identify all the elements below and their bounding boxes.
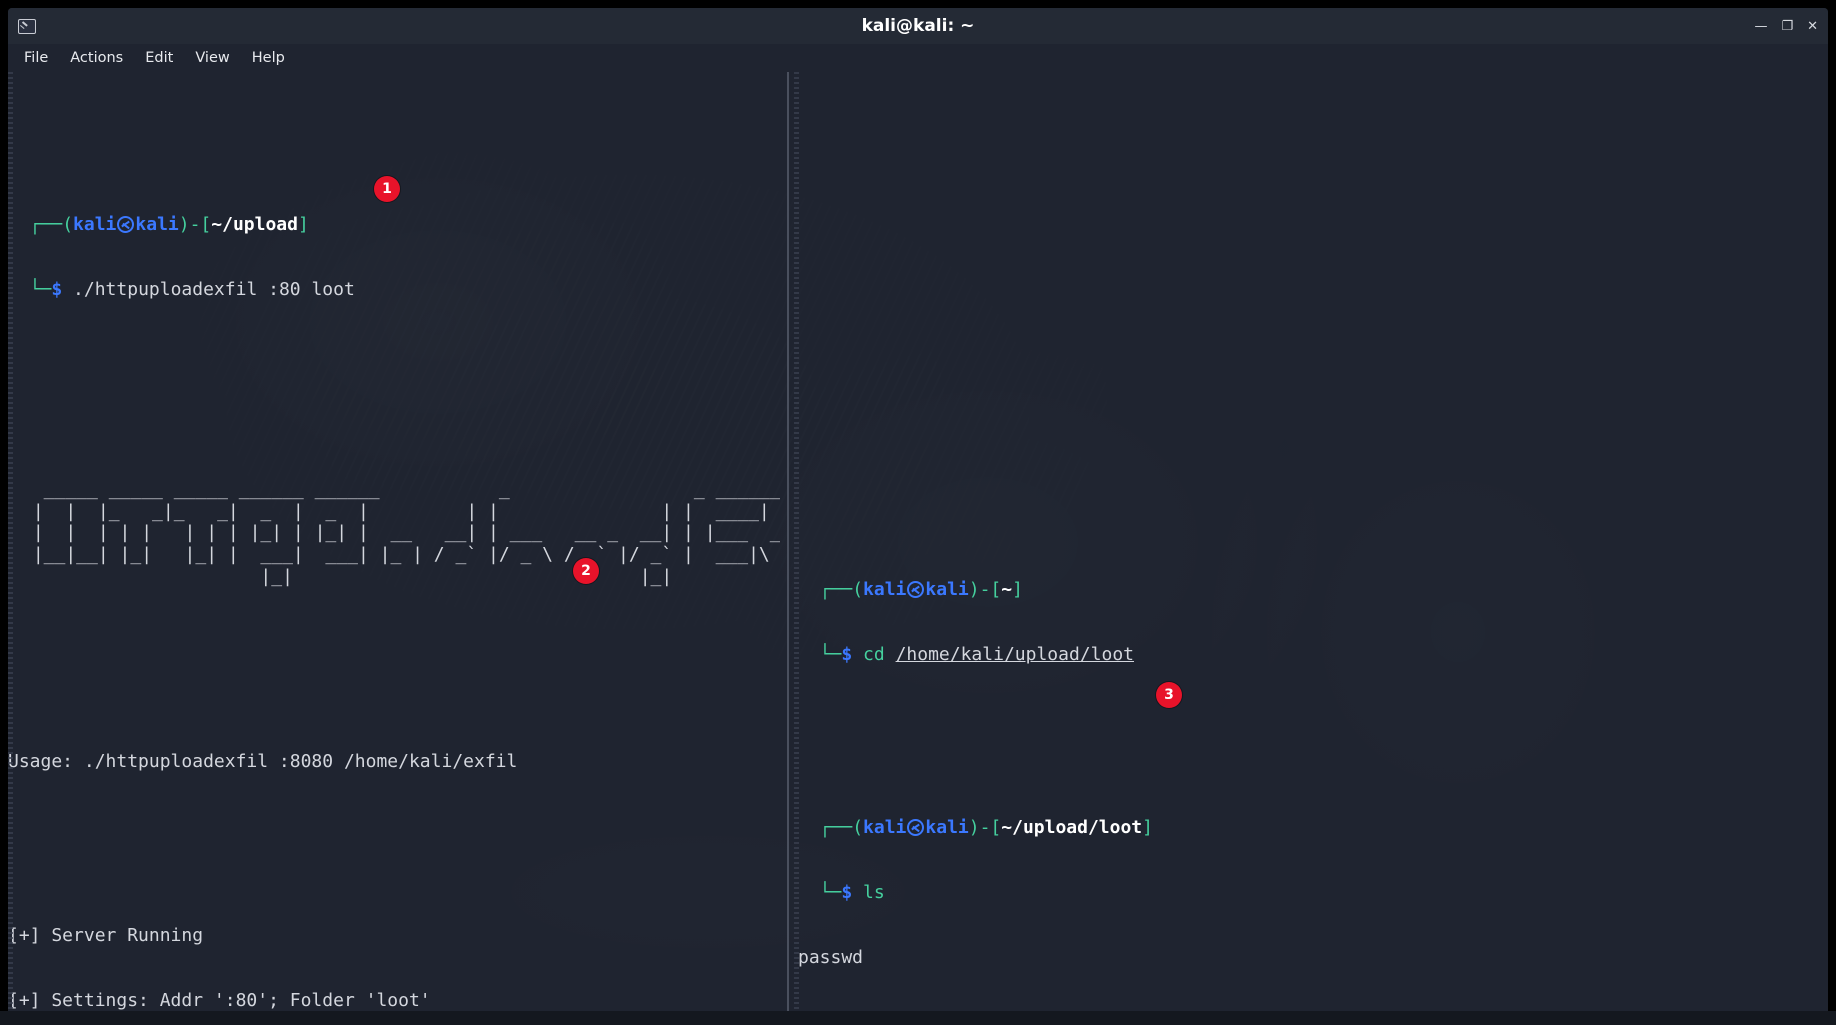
prompt-user: kali [73,214,117,236]
kali-dragon-icon [907,580,925,598]
prompt-path: ~ [1001,578,1013,600]
kali-dragon-icon [117,216,135,234]
menu-item-edit[interactable]: Edit [145,50,173,66]
prompt-line: ┌──(kali kali)-[~/upload/loot] [798,817,1153,839]
ls-command-name: ls [863,882,885,904]
prompt-path: ~/upload/loot [1001,817,1143,839]
prompt-user: kali [863,578,907,600]
step-badge-2: 2 [573,558,599,584]
terminal-window: kali@kali: ~ — ❐ ✕ File Actions Edit Vie… [8,8,1828,1019]
ascii-art-banner: _____ _____ _____ ______ ______ _ _ ____… [32,478,780,587]
terminal-pane-right[interactable]: ┌──(kali kali)-[~] └─$ cd /home/kali/uplo… [798,72,1828,1019]
menu-item-file[interactable]: File [24,50,48,66]
cd-command-name: cd [863,643,885,665]
menu-bar: File Actions Edit View Help [8,44,1828,72]
menu-item-actions[interactable]: Actions [70,50,123,66]
command-text: ./httpuploadexfil :80 loot [73,279,355,301]
pane-divider[interactable] [787,72,789,1019]
window-controls: — ❐ ✕ [1754,20,1818,33]
command-line[interactable]: └─$ ./httpuploadexfil :80 loot [8,279,780,301]
menu-item-help[interactable]: Help [252,50,285,66]
desktop-taskbar-strip [0,1011,1836,1025]
cd-path-argument: /home/kali/upload/loot [895,643,1134,665]
menu-item-view[interactable]: View [195,50,229,66]
minimize-button[interactable]: — [1754,20,1767,33]
prompt-host: kali [925,578,969,600]
prompt-host: kali [925,817,969,839]
terminal-icon [18,18,36,34]
prompt-host: kali [135,214,179,236]
step-badge-1: 1 [374,176,400,202]
prompt-line: ┌──(kali kali)-[~/upload] [8,214,309,236]
window-title: kali@kali: ~ [861,16,975,36]
prompt-path: ~/upload [211,214,298,236]
terminal-body[interactable]: ┌──(kali kali)-[~/upload] └─$ ./httpuploa… [8,72,1828,1019]
maximize-button[interactable]: ❐ [1781,20,1793,33]
kali-dragon-icon [907,819,925,837]
command-line-cd[interactable]: └─$ cd /home/kali/upload/loot [798,644,1828,666]
screen: kali@kali: ~ — ❐ ✕ File Actions Edit Vie… [0,0,1836,1025]
command-line-ls[interactable]: └─$ ls [798,882,1828,904]
step-badge-3: 3 [1156,682,1182,708]
title-bar[interactable]: kali@kali: ~ — ❐ ✕ [8,8,1828,44]
terminal-pane-left[interactable]: ┌──(kali kali)-[~/upload] └─$ ./httpuploa… [8,72,780,1019]
prompt-line: ┌──(kali kali)-[~] [798,578,1023,600]
scrollbar-left-pane[interactable] [8,72,13,1019]
prompt-user: kali [863,817,907,839]
status-line-settings: [+] Settings: Addr ':80'; Folder 'loot' [8,990,431,1012]
status-line-server: [+] Server Running [8,925,204,946]
ls-output: passwd [798,947,864,969]
usage-line: Usage: ./httpuploadexfil :8080 /home/kal… [8,751,518,773]
close-button[interactable]: ✕ [1807,20,1818,33]
